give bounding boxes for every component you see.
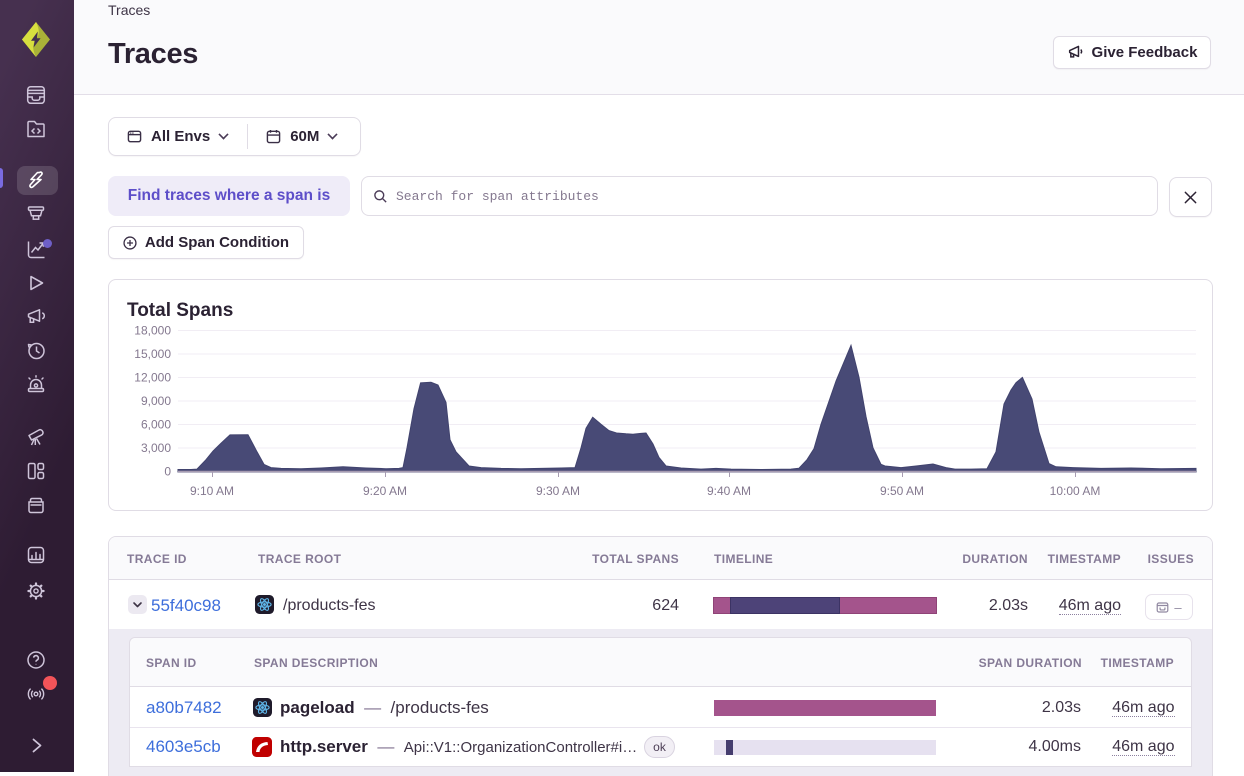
svg-text:0: 0 [164,465,171,479]
svg-text:15,000: 15,000 [134,347,171,361]
svg-text:18,000: 18,000 [134,324,171,338]
svg-text:9:40 AM: 9:40 AM [707,484,751,498]
svg-text:9:10 AM: 9:10 AM [190,484,234,498]
svg-text:3,000: 3,000 [141,441,171,455]
svg-text:9:20 AM: 9:20 AM [363,484,407,498]
svg-text:9,000: 9,000 [141,394,171,408]
svg-text:9:50 AM: 9:50 AM [880,484,924,498]
svg-text:12,000: 12,000 [134,371,171,385]
svg-text:10:00 AM: 10:00 AM [1050,484,1101,498]
svg-text:9:30 AM: 9:30 AM [536,484,580,498]
svg-text:6,000: 6,000 [141,418,171,432]
